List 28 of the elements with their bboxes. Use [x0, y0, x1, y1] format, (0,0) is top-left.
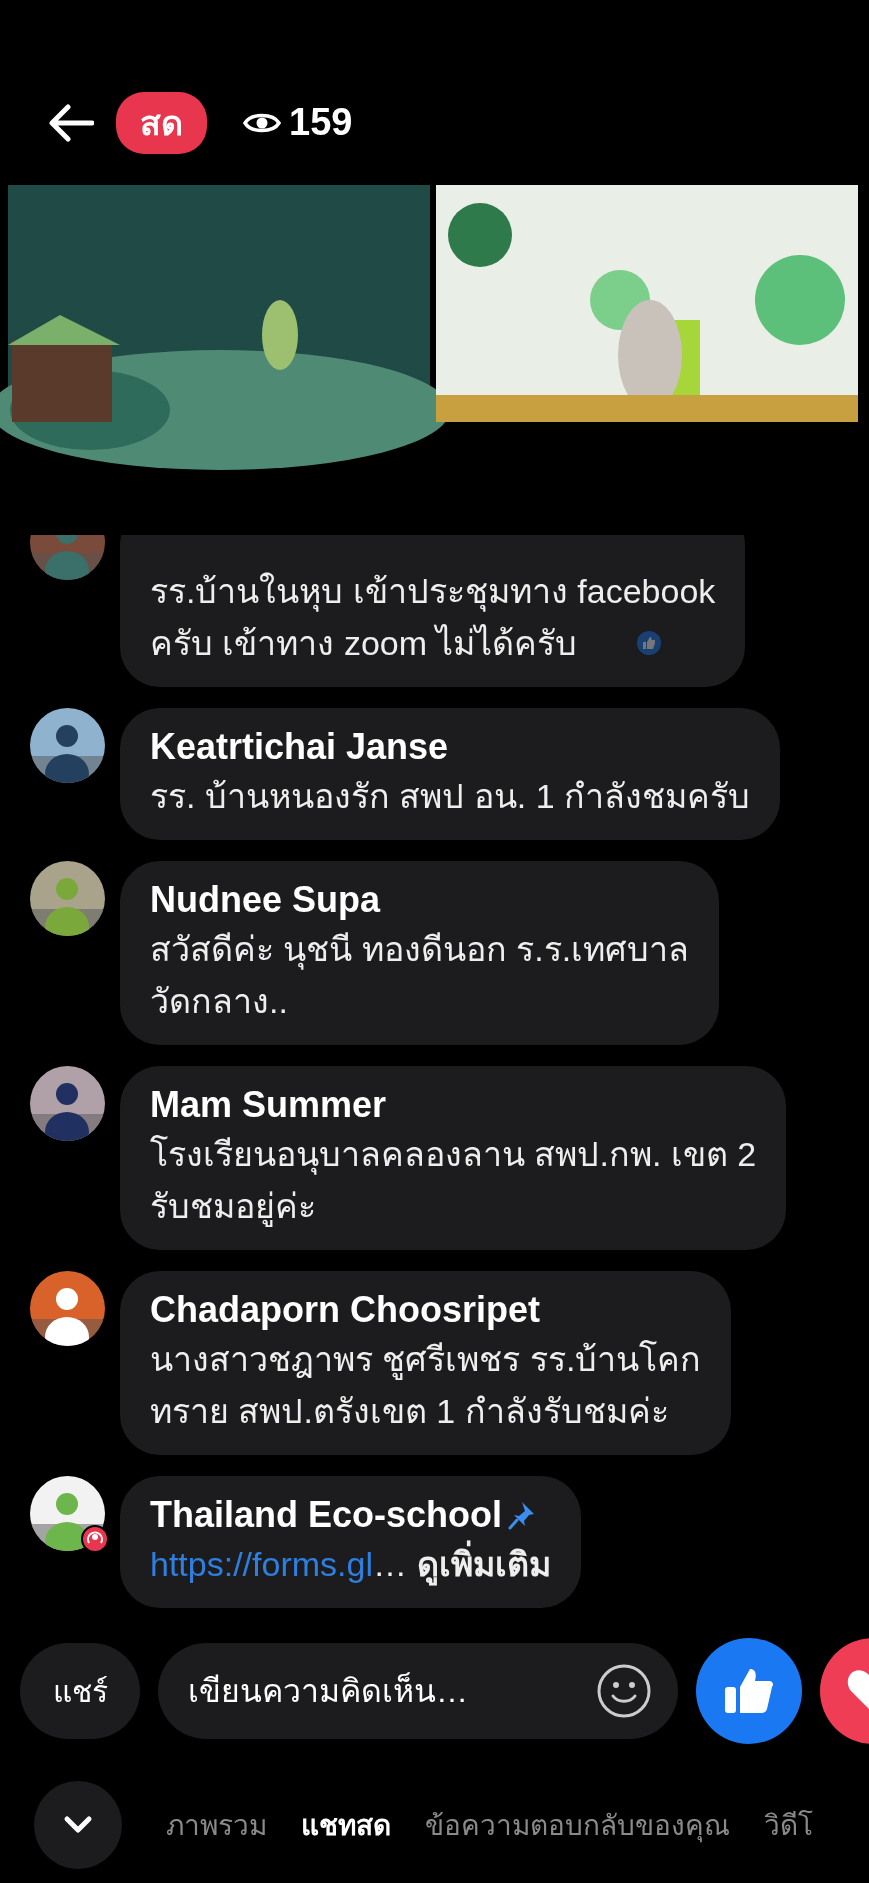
comment-text: รับชมอยู่ค่ะ: [150, 1186, 316, 1229]
commenter-name[interactable]: Keatrtichai Janse: [150, 724, 449, 770]
link[interactable]: https://forms.gl: [150, 1538, 373, 1590]
viewer-count: 159: [289, 101, 353, 144]
commenter-name[interactable]: Nudnee Supa: [150, 877, 381, 923]
share-button[interactable]: แชร์: [20, 1643, 140, 1739]
comment-text: รร. บ้านหนองรัก สพป อน. 1 กำลังชมครับ: [150, 776, 751, 817]
comment-text: วัดกลาง..: [150, 981, 288, 1022]
tab[interactable]: ภาพรวม: [166, 1803, 267, 1847]
tab[interactable]: แชทสด: [301, 1803, 391, 1847]
back-icon[interactable]: [48, 103, 94, 142]
see-more-link[interactable]: ดูเพิ่มเติม: [416, 1538, 551, 1590]
comment-text: นางสาวชฎาพร ชูศรีเพชร รร.บ้านโคก: [150, 1339, 702, 1382]
comment-field[interactable]: เขียนความคิดเห็น…: [158, 1643, 678, 1739]
comment-text: ครับ เข้าทาง zoom ไม่ได้ครับ: [150, 623, 578, 664]
tab[interactable]: ข้อความตอบกลับของคุณ: [425, 1803, 730, 1847]
commenter-name[interactable]: Chadaporn Choosripet: [150, 1287, 540, 1333]
tab[interactable]: วิดีโ: [764, 1803, 813, 1847]
comment-text: โรงเรียนอนุบาลคลองลาน สพป.กพ. เขต 2: [150, 1134, 757, 1177]
comment-text: สวัสดีค่ะ นุชนี ทองดีนอก ร.ร.เทศบาล: [150, 929, 690, 972]
comment-text: รร.บ้านในหุบ เข้าประชุมทาง facebook: [150, 571, 716, 614]
comment-text: ทราย สพป.ตรังเขต 1 กำลังรับชมค่ะ: [150, 1391, 669, 1432]
live-badge: สด: [116, 91, 207, 154]
ellipsis: …: [372, 1544, 407, 1585]
commenter-name[interactable]: Thailand Eco-school: [150, 1492, 503, 1538]
commenter-name[interactable]: Mam Summer: [150, 1082, 387, 1128]
emoji-icon[interactable]: [596, 1663, 652, 1719]
chevron-down-icon: [63, 1815, 93, 1835]
